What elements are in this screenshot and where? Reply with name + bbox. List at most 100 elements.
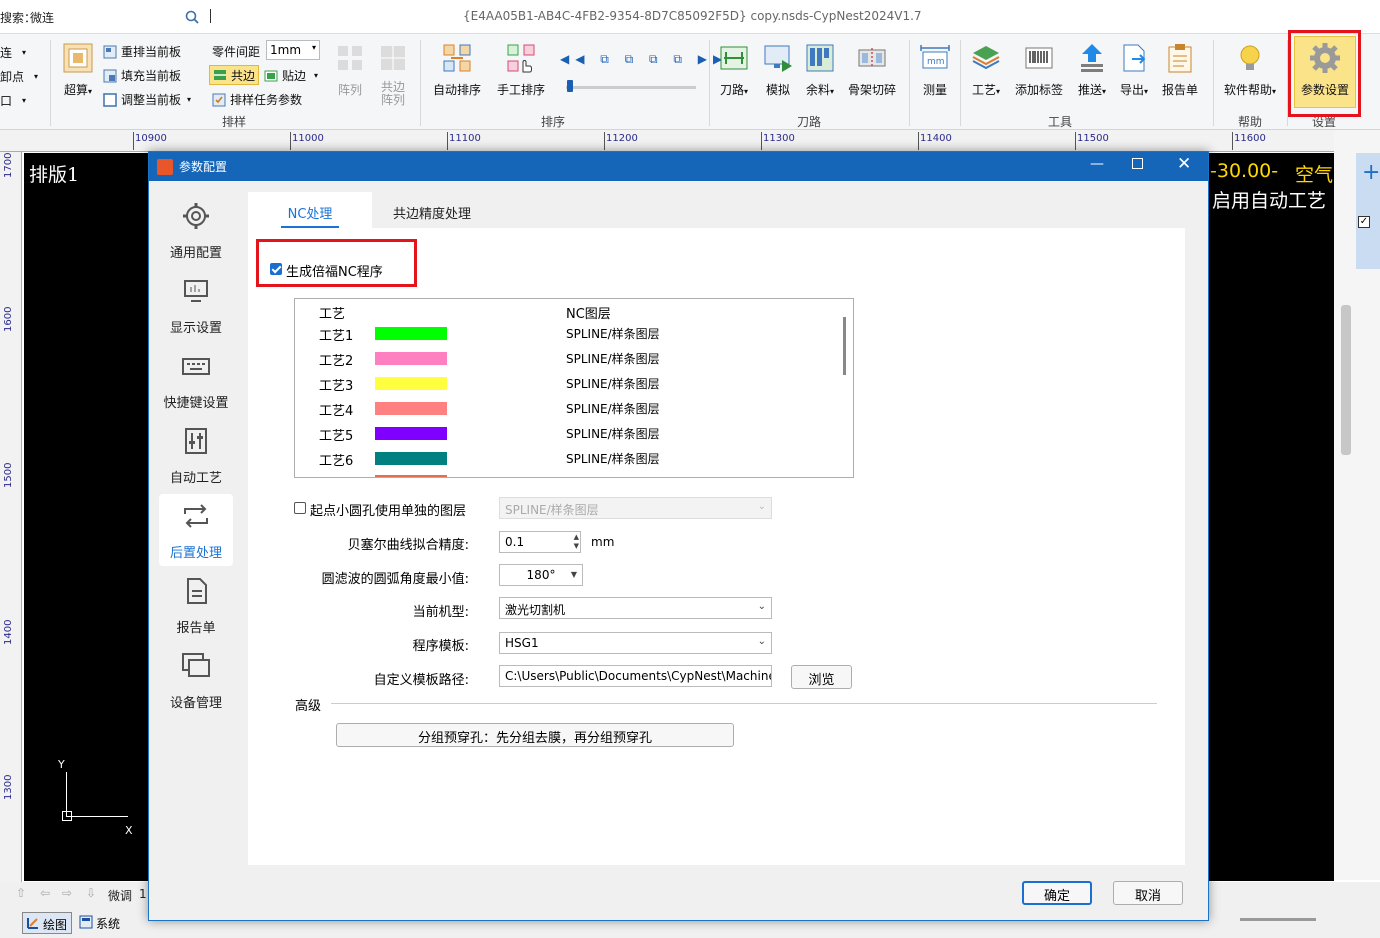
process-color-swatch[interactable] (375, 327, 447, 340)
sidebar-item-report[interactable]: 报告单 (159, 569, 233, 641)
report-button[interactable]: 报告单 (1160, 42, 1200, 98)
sidebar-item-shortcuts[interactable]: 快捷键设置 (159, 344, 233, 416)
process-layer[interactable]: SPLINE/样条图层 (566, 375, 660, 392)
sidebar-item-general[interactable]: 通用配置 (159, 194, 233, 266)
process-color-swatch[interactable] (375, 352, 447, 365)
bottom-scroll-handle[interactable] (1240, 918, 1316, 921)
custom-template-path-input[interactable]: C:\Users\Public\Documents\CypNest\Machin… (499, 665, 772, 687)
adjust-current-button[interactable]: 调整当前板 ▾ (103, 91, 191, 108)
bezier-precision-input[interactable]: 0.1 ▲ ▼ (499, 531, 581, 553)
auto-sort-icon (443, 44, 471, 72)
manual-sort-button[interactable]: 手工排序 (496, 42, 546, 98)
small-hole-layer-checkbox[interactable] (294, 502, 306, 514)
right-panel-checkbox[interactable]: ✓ (1358, 216, 1370, 228)
search-icon[interactable] (185, 10, 199, 24)
skeleton-cut-button[interactable]: 骨架切碎 (845, 42, 899, 98)
remnant-button[interactable]: 余料▾ (802, 42, 838, 98)
sort-progress-slider[interactable] (566, 86, 696, 89)
spinner-arrows-icon[interactable]: ▲ ▼ (574, 533, 579, 551)
process-name: 工艺2 (319, 354, 354, 369)
sidebar-item-auto-process[interactable]: 自动工艺 (159, 419, 233, 491)
sort-step-controls[interactable]: ◀◀ ⧉ ⧉ ⧉ ⧉ ▶▶ (560, 52, 728, 67)
group-prepierce-button[interactable]: 分组预穿孔：先分组去膜，再分组预穿孔 (336, 723, 734, 747)
sort-slider-thumb[interactable] (567, 80, 573, 92)
simulate-button[interactable]: 模拟 (760, 42, 796, 98)
arc-filter-select[interactable]: 180° ▼ (499, 564, 583, 586)
process-color-swatch[interactable] (375, 452, 447, 465)
software-help-button[interactable]: 软件帮助▾ (1222, 42, 1278, 98)
ruler-tick: 11400 (920, 133, 952, 144)
browse-button[interactable]: 浏览 (791, 665, 852, 689)
micro-adjust-input[interactable]: 1 (139, 887, 147, 901)
process-layer[interactable]: SPLINE/样条图层 (566, 450, 660, 467)
table-row[interactable]: 工艺4 SPLINE/样条图层 (295, 396, 835, 421)
gen-beckhoff-nc-checkbox[interactable] (270, 263, 282, 275)
ok-button[interactable]: 确定 (1022, 881, 1092, 905)
part-spacing-select[interactable]: 1mm ▾ (266, 40, 320, 60)
auto-sort-button[interactable]: 自动排序 (430, 42, 484, 98)
table-row[interactable]: 工艺5 SPLINE/样条图层 (295, 421, 835, 446)
toolpath-icon (720, 46, 748, 70)
task-params-button[interactable]: 排样任务参数 (212, 91, 302, 108)
vertical-scrollbar[interactable] (1341, 305, 1351, 455)
table-row[interactable]: 工艺6 SPLINE/样条图层 (295, 446, 835, 471)
ribbon-partial-item-1[interactable]: 连 ▾ (0, 44, 26, 61)
ribbon-partial-item-3[interactable]: 口 ▾ (0, 92, 26, 109)
process-layer[interactable]: SPLINE/样条图层 (566, 350, 660, 367)
array-button[interactable]: 阵列 (333, 42, 367, 98)
process-layer[interactable]: SPLINE/样条图层 (566, 425, 660, 442)
process-layer[interactable]: SPLINE/样条图层 (566, 325, 660, 342)
export-button[interactable]: 导出▾ (1116, 42, 1152, 98)
renest-icon (103, 45, 117, 58)
task-params-icon (212, 93, 226, 106)
toolpath-button[interactable]: 刀路▾ (716, 42, 752, 98)
tab-common-edge-precision[interactable]: 共边精度处理 (372, 192, 492, 228)
push-button[interactable]: 推送▾ (1074, 42, 1110, 98)
maximize-icon[interactable] (1132, 158, 1143, 169)
plus-icon[interactable]: + (1362, 160, 1380, 185)
search-input[interactable]: 微连 (30, 9, 54, 26)
renest-current-button[interactable]: 重排当前板 (103, 43, 181, 60)
machine-type-label: 当前机型: (412, 605, 469, 620)
list-scrollbar[interactable] (843, 317, 846, 375)
tab-draw[interactable]: 绘图 (22, 912, 72, 934)
table-row[interactable]: 工艺1 SPLINE/样条图层 (295, 321, 835, 346)
common-edge-button[interactable]: 共边 (209, 65, 260, 85)
machine-type-select[interactable]: 激光切割机 ⌄ (499, 597, 772, 619)
process-color-swatch[interactable] (375, 427, 447, 440)
cancel-button[interactable]: 取消 (1113, 881, 1183, 905)
tab-system[interactable]: 系统 (76, 912, 126, 934)
sidebar-item-display[interactable]: 显示设置 (159, 269, 233, 341)
process-layer-table[interactable]: 工艺 NC图层 工艺1 SPLINE/样条图层 工艺2 SPLINE/样条图层 … (294, 298, 854, 478)
dialog-titlebar[interactable] (149, 152, 1208, 181)
table-row[interactable]: 工艺3 SPLINE/样条图层 (295, 371, 835, 396)
close-icon[interactable]: ✕ (1177, 154, 1191, 174)
settings-highlight-box (1288, 30, 1361, 117)
group-label-tools: 工具 (1048, 115, 1073, 129)
stick-edge-button[interactable]: 贴边 ▾ (264, 67, 318, 84)
table-row[interactable]: 工艺2 SPLINE/样条图层 (295, 346, 835, 371)
common-array-button[interactable]: 共边阵列 (377, 42, 409, 107)
process-button[interactable]: 工艺▾ (968, 42, 1004, 98)
supercompute-button[interactable]: 超算▾ (58, 42, 98, 98)
column-header-process: 工艺 (319, 307, 346, 322)
program-template-select[interactable]: HSG1 ⌄ (499, 632, 772, 654)
fill-current-button[interactable]: 填充当前板 (103, 67, 181, 84)
arrow-down-icon[interactable]: ⇩ (86, 886, 96, 900)
arrow-right-icon[interactable]: ⇨ (62, 886, 72, 900)
tab-nc-processing[interactable]: NC处理 (248, 192, 372, 228)
arrow-left-icon[interactable]: ⇦ (40, 886, 50, 900)
add-label-button[interactable]: 添加标签 (1012, 42, 1066, 98)
process-color-swatch[interactable] (375, 377, 447, 390)
arrow-up-icon[interactable]: ⇧ (16, 886, 26, 900)
process-color-swatch[interactable] (375, 402, 447, 415)
small-hole-layer-select[interactable]: SPLINE/样条图层 ⌄ (499, 497, 772, 519)
measure-button[interactable]: mm 测量 (917, 42, 953, 98)
param-config-dialog: 参数配置 — ✕ 通用配置 显示设置 快捷键设置 自动工艺 后置处理 报告单 设… (148, 151, 1209, 921)
process-layer[interactable]: SPLINE/样条图层 (566, 400, 660, 417)
sidebar-item-device-manage[interactable]: 设备管理 (159, 644, 233, 716)
ribbon-partial-item-2[interactable]: 卸点 ▾ (0, 68, 38, 85)
minimize-icon[interactable]: — (1087, 156, 1107, 172)
sidebar-item-post-process[interactable]: 后置处理 (159, 494, 233, 566)
document-icon (187, 578, 207, 604)
